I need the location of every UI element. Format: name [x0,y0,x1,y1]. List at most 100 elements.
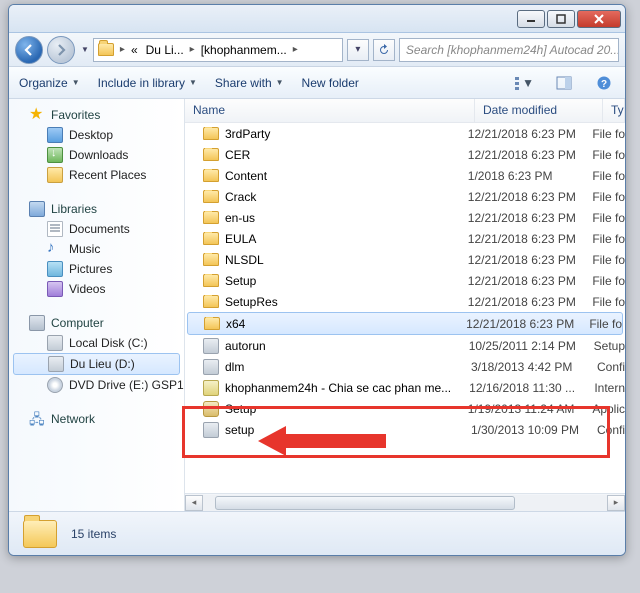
ini-icon [203,338,219,354]
folder-icon [204,317,220,330]
file-type: File fo [592,232,625,246]
breadcrumb-seg-2[interactable]: [khophanmem... [197,39,291,61]
file-row[interactable]: Crack12/21/2018 6:23 PMFile fo [185,186,625,207]
sidebar-network[interactable]: 🖧 Network [9,409,184,429]
back-button[interactable] [15,36,43,64]
file-row[interactable]: dlm3/18/2013 4:42 PMConfi [185,356,625,377]
include-library-menu[interactable]: Include in library▼ [98,76,197,90]
sidebar-item-desktop[interactable]: Desktop [9,125,184,145]
file-type: File fo [592,253,625,267]
view-options-button[interactable]: ▼ [513,73,535,93]
file-row[interactable]: en-us12/21/2018 6:23 PMFile fo [185,207,625,228]
breadcrumb-prefix[interactable]: « [127,39,142,61]
file-date: 1/19/2013 11:24 AM [468,402,593,416]
sidebar-libraries[interactable]: Libraries [9,199,184,219]
search-input[interactable]: Search [khophanmem24h] Autocad 20... [399,38,619,62]
computer-icon [29,315,45,331]
scroll-right-button[interactable]: ▸ [607,495,625,511]
new-folder-button[interactable]: New folder [302,76,359,90]
sidebar-item-drive-d[interactable]: Du Lieu (D:) [13,353,180,375]
file-name: Setup [225,402,256,416]
forward-button[interactable] [47,36,75,64]
sidebar-item-drive-c[interactable]: Local Disk (C:) [9,333,184,353]
file-type: File fo [592,190,625,204]
column-type[interactable]: Type [603,99,625,122]
breadcrumb-dropdown[interactable]: ▾ [347,39,369,61]
history-dropdown[interactable]: ▼ [81,45,89,54]
close-button[interactable] [577,10,621,28]
file-date: 12/21/2018 6:23 PM [468,295,593,309]
file-date: 10/25/2011 2:14 PM [469,339,594,353]
navbar: ▼ ▸ « Du Li... ▸ [khophanmem... ▸ ▾ Sear… [9,33,625,67]
svg-text:?: ? [601,79,607,90]
file-row[interactable]: Setup12/21/2018 6:23 PMFile fo [185,270,625,291]
folder-icon [203,127,219,140]
file-name: NLSDL [225,253,264,267]
sidebar-item-documents[interactable]: Documents [9,219,184,239]
file-row[interactable]: CER12/21/2018 6:23 PMFile fo [185,144,625,165]
sidebar-computer[interactable]: Computer [9,313,184,333]
file-date: 12/21/2018 6:23 PM [466,317,589,331]
sidebar-item-videos[interactable]: Videos [9,279,184,299]
sidebar-item-downloads[interactable]: Downloads [9,145,184,165]
chevron-right-icon[interactable]: ▸ [118,44,127,55]
folder-icon [203,295,219,308]
breadcrumb-seg-1[interactable]: Du Li... [142,39,188,61]
column-headers: Name Date modified Type [185,99,625,123]
file-row[interactable]: NLSDL12/21/2018 6:23 PMFile fo [185,249,625,270]
item-count: 15 items [71,527,116,541]
share-with-menu[interactable]: Share with▼ [215,76,284,90]
file-row[interactable]: autorun 10/25/2011 2:14 PMSetup [185,335,625,356]
sidebar-item-music[interactable]: ♪ Music [9,239,184,259]
ini-icon [203,359,219,375]
file-name: dlm [225,360,244,374]
file-row[interactable]: 3rdParty12/21/2018 6:23 PMFile fo [185,123,625,144]
column-date[interactable]: Date modified [475,99,603,122]
preview-pane-button[interactable] [553,73,575,93]
file-row[interactable]: x6412/21/2018 6:23 PMFile fo [187,312,623,335]
sidebar-item-recent[interactable]: Recent Places [9,165,184,185]
folder-icon [203,148,219,161]
horizontal-scrollbar[interactable]: ◂ ▸ [185,493,625,511]
body: ★ Favorites Desktop Downloads Recent Pla… [9,99,625,511]
file-name: setup [225,423,254,437]
chevron-right-icon[interactable]: ▸ [188,44,197,55]
file-name: Content [225,169,267,183]
file-name: autorun [225,339,266,353]
file-date: 12/21/2018 6:23 PM [468,127,593,141]
sidebar-favorites[interactable]: ★ Favorites [9,105,184,125]
scroll-thumb[interactable] [215,496,515,510]
breadcrumb[interactable]: ▸ « Du Li... ▸ [khophanmem... ▸ [93,38,343,62]
file-name: EULA [225,232,256,246]
file-list: Name Date modified Type 3rdParty12/21/20… [185,99,625,511]
drive-icon [48,356,64,372]
help-button[interactable]: ? [593,73,615,93]
maximize-button[interactable] [547,10,575,28]
file-row[interactable]: SetupRes12/21/2018 6:23 PMFile fo [185,291,625,312]
explorer-window: ▼ ▸ « Du Li... ▸ [khophanmem... ▸ ▾ Sear… [8,4,626,556]
sidebar-item-pictures[interactable]: Pictures [9,259,184,279]
sidebar-item-dvd[interactable]: DVD Drive (E:) GSP1F [9,375,184,395]
ini-icon [203,422,219,438]
file-type: Setup [594,339,625,353]
file-row[interactable]: setup1/30/2013 10:09 PMConfi [185,419,625,440]
libraries-icon [29,201,45,217]
refresh-button[interactable] [373,39,395,61]
titlebar [9,5,625,33]
column-name[interactable]: Name [185,99,475,122]
organize-menu[interactable]: Organize▼ [19,76,80,90]
folder-icon [203,211,219,224]
file-row[interactable]: EULA12/21/2018 6:23 PMFile fo [185,228,625,249]
file-type: Applic [592,402,625,416]
scroll-track[interactable] [203,495,607,511]
dvd-icon [47,377,63,393]
file-type: Intern [594,381,625,395]
scroll-left-button[interactable]: ◂ [185,495,203,511]
minimize-button[interactable] [517,10,545,28]
file-row[interactable]: khophanmem24h - Chia se cac phan me...12… [185,377,625,398]
file-date: 1/2018 6:23 PM [468,169,593,183]
file-row[interactable]: Content1/2018 6:23 PMFile fo [185,165,625,186]
file-name: x64 [226,317,245,331]
chevron-right-icon[interactable]: ▸ [291,44,300,55]
file-row[interactable]: Setup 1/19/2013 11:24 AMApplic [185,398,625,419]
